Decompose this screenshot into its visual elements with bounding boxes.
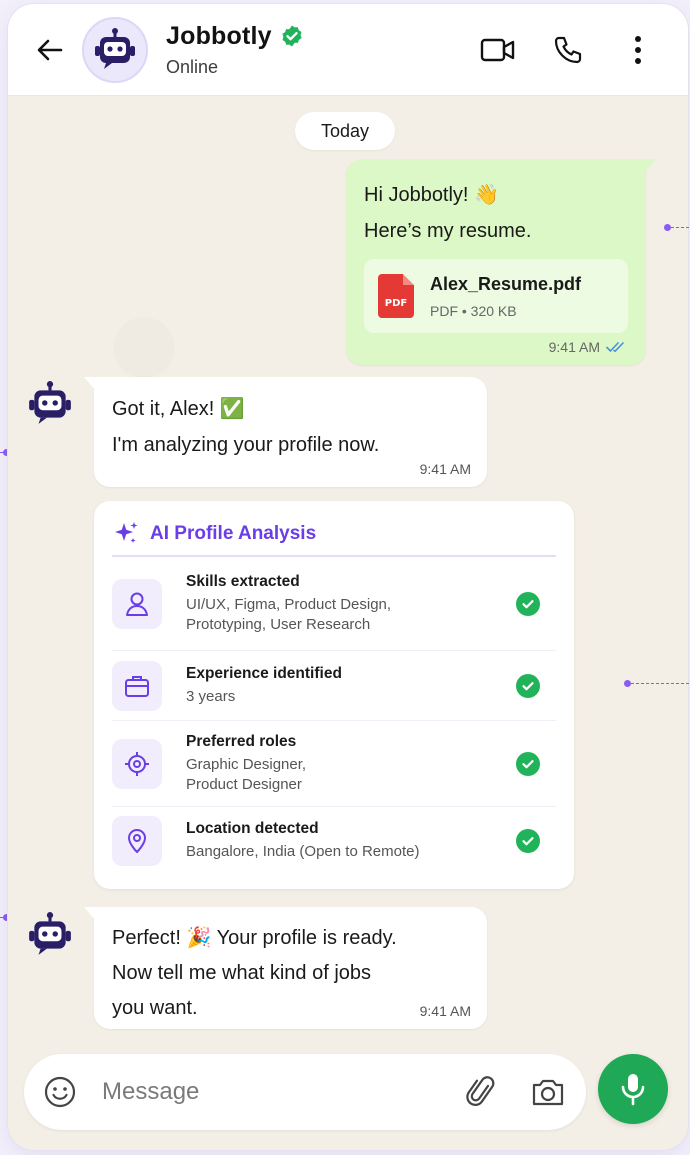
analysis-value: 3 years	[186, 687, 236, 705]
contact-name: Jobbotly	[166, 21, 272, 50]
phone-frame: Jobbotly Online Today Hi Jobbotly! 👋 Her…	[8, 4, 688, 1150]
message-text: I'm analyzing your profile now.	[112, 434, 380, 456]
contact-info[interactable]: Jobbotly Online	[166, 22, 478, 78]
microphone-icon	[621, 1074, 645, 1106]
bot-avatar-header[interactable]	[82, 16, 148, 83]
location-pin-icon	[128, 829, 146, 853]
video-call-button[interactable]	[478, 30, 518, 70]
analysis-value: Product Designer	[186, 775, 302, 793]
analysis-value: Bangalore, India (Open to Remote)	[186, 843, 420, 860]
user-icon	[126, 592, 148, 616]
chat-header: Jobbotly Online	[8, 4, 688, 96]
message-text: you want.	[112, 997, 198, 1019]
analysis-row-skills: Skills extracted UI/UX, Figma, Product D…	[112, 557, 556, 651]
contact-status: Online	[166, 56, 219, 77]
message-composer	[24, 1054, 586, 1130]
file-meta: PDF • 320 KB	[430, 302, 517, 319]
check-circle-icon	[516, 829, 540, 853]
double-check-read-icon	[606, 342, 624, 353]
robot-icon	[29, 912, 71, 955]
video-call-icon	[480, 38, 515, 61]
analysis-label: Experience identified	[186, 664, 342, 682]
connector-dot-right-2	[624, 680, 631, 687]
briefcase-icon	[125, 675, 149, 697]
connector-dot-right-1	[664, 224, 671, 231]
pdf-file-icon: PDF	[378, 274, 414, 318]
received-message-bubble[interactable]: Perfect! 🎉 Your profile is ready. Now te…	[84, 907, 487, 1029]
message-timestamp: 9:41 AM	[549, 339, 628, 355]
voice-record-button[interactable]	[598, 1054, 668, 1124]
analysis-title: AI Profile Analysis	[150, 523, 317, 544]
analysis-row-experience: Experience identified 3 years	[112, 651, 556, 721]
bot-avatar	[26, 911, 74, 959]
check-circle-icon	[516, 751, 540, 776]
robot-icon	[29, 381, 71, 424]
message-text: Got it, Alex! ✅	[112, 398, 245, 420]
message-text: Here’s my resume.	[364, 220, 532, 242]
paperclip-icon	[466, 1076, 495, 1106]
back-button[interactable]	[30, 30, 70, 70]
robot-icon	[95, 27, 135, 69]
date-separator: Today	[295, 112, 396, 150]
sparkle-icon	[115, 522, 138, 543]
connector-line-right-1	[671, 227, 689, 228]
file-attachment[interactable]: PDF Alex_Resume.pdf PDF • 320 KB	[364, 259, 628, 333]
sent-message-bubble[interactable]: Hi Jobbotly! 👋 Here’s my resume. PDF Ale…	[346, 159, 656, 365]
more-options-button[interactable]	[618, 30, 658, 70]
connector-line-right-2	[631, 683, 689, 684]
bot-avatar	[26, 380, 74, 428]
check-circle-icon	[516, 591, 540, 616]
message-text: Hi Jobbotly! 👋	[364, 184, 499, 206]
analysis-value: UI/UX, Figma, Product Design,	[186, 595, 392, 613]
ai-profile-analysis-card: AI Profile Analysis Skills extracted UI/…	[94, 501, 574, 889]
file-name: Alex_Resume.pdf	[430, 273, 582, 294]
voice-call-button[interactable]	[548, 30, 588, 70]
message-input[interactable]	[102, 1078, 462, 1106]
message-timestamp: 9:41 AM	[419, 1003, 471, 1019]
camera-button[interactable]	[528, 1072, 568, 1112]
analysis-row-roles: Preferred roles Graphic Designer, Produc…	[112, 721, 556, 807]
arrow-left-icon	[37, 39, 63, 60]
analysis-value: Graphic Designer,	[186, 755, 307, 773]
analysis-label: Preferred roles	[186, 732, 297, 750]
emoji-icon	[44, 1076, 76, 1108]
timestamp-text: 9:41 AM	[548, 339, 600, 355]
pdf-badge-label: PDF	[384, 298, 408, 309]
message-timestamp: 9:41 AM	[419, 461, 471, 477]
message-text: Now tell me what kind of jobs	[112, 962, 372, 984]
received-message-bubble[interactable]: Got it, Alex! ✅ I'm analyzing your profi…	[84, 377, 487, 487]
analysis-row-location: Location detected Bangalore, India (Open…	[112, 807, 556, 875]
camera-icon	[532, 1079, 564, 1106]
phone-icon	[554, 36, 582, 63]
more-vertical-icon	[635, 35, 641, 64]
verified-badge-icon	[282, 25, 302, 47]
check-circle-icon	[516, 673, 540, 698]
target-icon	[125, 751, 149, 776]
analysis-label: Location detected	[186, 820, 319, 837]
emoji-button[interactable]	[42, 1074, 78, 1110]
attach-button[interactable]	[462, 1072, 502, 1112]
analysis-value: Prototyping, User Research	[186, 615, 371, 633]
message-text: Perfect! 🎉 Your profile is ready.	[112, 927, 397, 949]
analysis-label: Skills extracted	[186, 572, 300, 590]
